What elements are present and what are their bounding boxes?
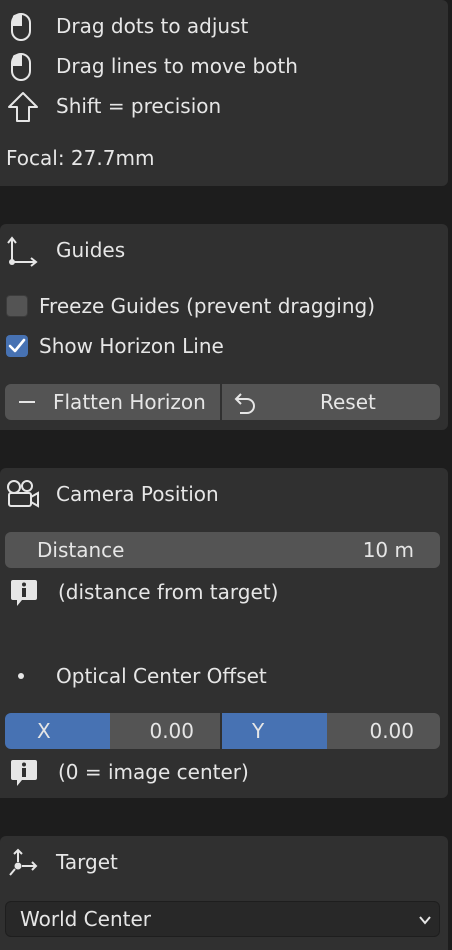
undo-icon xyxy=(230,389,258,417)
offset-x-field[interactable]: X xyxy=(5,713,110,749)
target-title: Target xyxy=(56,850,118,874)
focal-readout: Focal: 27.7mm xyxy=(0,140,440,176)
hint-row-drag-dots: Drag dots to adjust xyxy=(0,8,440,44)
flatten-horizon-label: Flatten Horizon xyxy=(53,390,206,414)
offset-y-field[interactable]: Y xyxy=(222,713,327,749)
offset-y-value-field[interactable]: 0.00 xyxy=(327,713,440,749)
bullet-icon xyxy=(16,671,26,681)
distance-note-row: (distance from target) xyxy=(0,574,440,610)
mouse-icon xyxy=(6,12,36,42)
hint-label: Drag lines to move both xyxy=(56,54,298,78)
focal-label: Focal: 27.7mm xyxy=(6,146,155,170)
show-horizon-checkbox[interactable] xyxy=(6,335,28,357)
distance-field[interactable]: Distance 10 m xyxy=(5,532,440,568)
hint-row-shift: Shift = precision xyxy=(0,88,440,124)
info-icon xyxy=(10,758,38,788)
freeze-guides-row[interactable]: Freeze Guides (prevent dragging) xyxy=(0,288,440,324)
offset-x-value: 0.00 xyxy=(149,719,194,743)
hint-label: Shift = precision xyxy=(56,94,222,118)
offset-y-label: Y xyxy=(252,719,265,743)
distance-note: (distance from target) xyxy=(58,580,279,604)
axes-icon xyxy=(6,234,40,268)
chevron-down-icon xyxy=(417,912,433,928)
camera-title: Camera Position xyxy=(56,482,219,506)
freeze-guides-label: Freeze Guides (prevent dragging) xyxy=(39,294,376,318)
checkmark-icon xyxy=(8,338,26,353)
offset-y-value: 0.00 xyxy=(369,719,414,743)
target-header[interactable]: Target xyxy=(0,844,440,880)
minus-icon xyxy=(17,392,37,412)
offset-header: Optical Center Offset xyxy=(0,658,440,694)
show-horizon-row[interactable]: Show Horizon Line xyxy=(0,328,440,364)
camera-panel: Camera Position Distance 10 m (distance … xyxy=(0,468,448,798)
target-panel: Target World Center xyxy=(0,836,448,950)
offset-note-row: (0 = image center) xyxy=(0,754,440,790)
guides-header[interactable]: Guides xyxy=(0,232,440,268)
camera-header[interactable]: Camera Position xyxy=(0,476,440,512)
hint-label: Drag dots to adjust xyxy=(56,14,249,38)
hint-row-drag-lines: Drag lines to move both xyxy=(0,48,440,84)
offset-x-value-field[interactable]: 0.00 xyxy=(110,713,220,749)
guides-title: Guides xyxy=(56,238,126,262)
distance-value: 10 m xyxy=(362,538,414,562)
flatten-horizon-button[interactable]: Flatten Horizon xyxy=(5,384,220,420)
hints-panel: Drag dots to adjust Drag lines to move b… xyxy=(0,0,448,186)
offset-title: Optical Center Offset xyxy=(56,664,267,688)
offset-x-label: X xyxy=(37,719,51,743)
freeze-guides-checkbox[interactable] xyxy=(6,295,28,317)
target-dropdown[interactable]: World Center xyxy=(5,901,440,937)
distance-label: Distance xyxy=(37,538,125,562)
reset-label: Reset xyxy=(320,390,376,414)
reset-button[interactable]: Reset xyxy=(222,384,440,420)
offset-note: (0 = image center) xyxy=(58,760,249,784)
info-icon xyxy=(10,578,38,608)
pivot-icon xyxy=(6,846,40,880)
video-camera-icon xyxy=(4,476,42,512)
shift-arrow-icon xyxy=(6,90,40,124)
target-selected: World Center xyxy=(20,907,151,931)
guides-panel: Guides Freeze Guides (prevent dragging) … xyxy=(0,224,448,430)
mouse-icon xyxy=(6,52,36,82)
show-horizon-label: Show Horizon Line xyxy=(39,334,224,358)
